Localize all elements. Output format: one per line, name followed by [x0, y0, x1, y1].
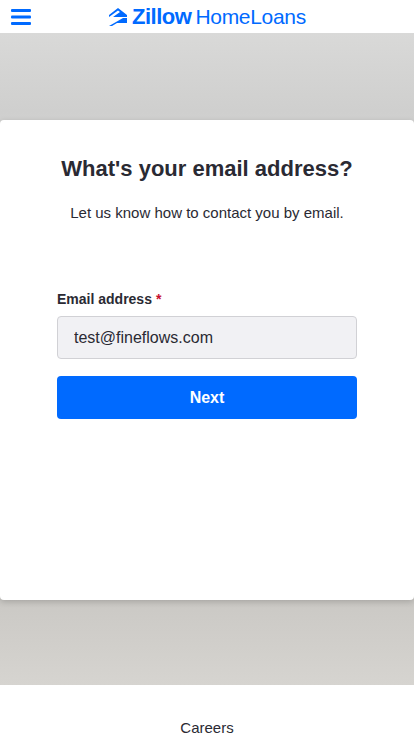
card-subtitle: Let us know how to contact you by email.: [57, 203, 357, 223]
footer: Careers: [0, 685, 414, 736]
footer-link[interactable]: Careers: [180, 719, 233, 736]
zillow-house-icon: [108, 7, 128, 27]
next-button[interactable]: Next: [57, 376, 357, 419]
email-card: What's your email address? Let us know ho…: [0, 120, 414, 600]
required-mark: *: [156, 291, 161, 307]
menu-button[interactable]: [10, 6, 32, 28]
hamburger-icon: [11, 9, 31, 25]
logo-brand: Zillow: [132, 6, 191, 28]
email-input[interactable]: [57, 316, 357, 359]
page: ZillowHomeLoans What's your email address…: [0, 0, 414, 736]
header: ZillowHomeLoans: [0, 0, 414, 33]
email-label: Email address*: [57, 289, 357, 309]
card-title: What's your email address?: [57, 154, 357, 184]
background-photo: What's your email address? Let us know ho…: [0, 33, 414, 685]
logo[interactable]: ZillowHomeLoans: [108, 6, 306, 28]
logo-product: HomeLoans: [195, 6, 306, 27]
